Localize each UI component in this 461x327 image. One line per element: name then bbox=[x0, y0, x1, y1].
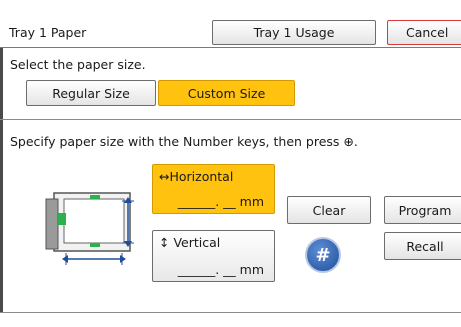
cancel-button[interactable]: Cancel bbox=[387, 20, 461, 45]
recall-button[interactable]: Recall bbox=[384, 232, 461, 260]
section-divider bbox=[0, 119, 461, 120]
vertical-value: ______. __ mm bbox=[177, 262, 264, 277]
bottom-divider bbox=[0, 312, 461, 313]
vertical-label: ↕ Vertical bbox=[159, 235, 221, 250]
clear-button[interactable]: Clear bbox=[287, 196, 371, 224]
vertical-size-field[interactable]: ↕ Vertical ______. __ mm bbox=[152, 230, 275, 282]
regular-size-button[interactable]: Regular Size bbox=[26, 80, 156, 106]
horizontal-size-field[interactable]: ↔Horizontal ______. __ mm bbox=[152, 164, 275, 214]
program-button[interactable]: Program bbox=[384, 196, 461, 224]
horizontal-value: ______. __ mm bbox=[177, 194, 264, 209]
header-bar: Tray 1 Paper Tray 1 Usage Cancel bbox=[0, 17, 461, 48]
tray-usage-button[interactable]: Tray 1 Usage bbox=[212, 20, 376, 45]
hash-key-button[interactable]: # bbox=[305, 237, 341, 273]
instruction-text: Specify paper size with the Number keys,… bbox=[10, 134, 358, 149]
select-size-prompt: Select the paper size. bbox=[10, 57, 146, 72]
page-title: Tray 1 Paper bbox=[9, 25, 87, 40]
paper-size-diagram-icon bbox=[45, 192, 134, 265]
custom-size-button[interactable]: Custom Size bbox=[158, 80, 295, 106]
horizontal-label: ↔Horizontal bbox=[159, 169, 234, 184]
screen-root: Tray 1 Paper Tray 1 Usage Cancel Select … bbox=[0, 0, 461, 327]
left-border bbox=[0, 48, 3, 313]
